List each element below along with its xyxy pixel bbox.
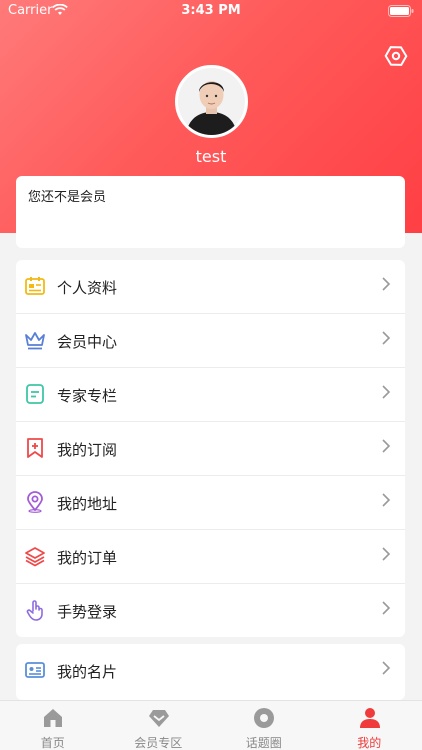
tab-member-zone[interactable]: 会员专区 [106, 701, 212, 750]
tab-bar: 首页 会员专区 话题圈 我的 [0, 700, 422, 750]
person-icon [359, 708, 380, 728]
diamond-icon [148, 710, 169, 727]
tab-label: 我的 [357, 736, 382, 750]
notes-icon [26, 384, 44, 404]
username: test [195, 147, 227, 166]
location-pin-icon [27, 491, 43, 513]
menu-item-business-card[interactable]: 我的名片 [16, 644, 405, 698]
menu-label: 我的订单 [57, 549, 118, 567]
chevron-right-icon [382, 439, 391, 453]
status-bar: Carrier 3:43 PM [0, 0, 422, 22]
layers-icon [25, 547, 45, 567]
chevron-right-icon [382, 385, 391, 399]
home-icon [44, 709, 62, 727]
member-status-card[interactable]: 您还不是会员 [16, 176, 405, 248]
menu-item-subscriptions[interactable]: 我的订阅 [16, 422, 405, 476]
topic-circle-icon [254, 708, 274, 728]
chevron-right-icon [382, 277, 391, 291]
id-card-icon [25, 277, 45, 295]
menu-item-expert-column[interactable]: 专家专栏 [16, 368, 405, 422]
menu-item-address[interactable]: 我的地址 [16, 476, 405, 530]
status-time: 3:43 PM [181, 3, 241, 18]
business-card-icon [25, 662, 45, 678]
menu-label: 手势登录 [57, 603, 118, 621]
menu-label: 会员中心 [57, 333, 118, 351]
menu-item-member-center[interactable]: 会员中心 [16, 314, 405, 368]
chevron-right-icon [382, 547, 391, 561]
menu-group-secondary: 我的名片 [16, 644, 405, 700]
crown-icon [25, 332, 45, 350]
menu-group-main: 个人资料 会员中心 专家专栏 我的订阅 我的地址 我的订单 手势登录 [16, 260, 405, 637]
chevron-right-icon [382, 331, 391, 345]
tab-label: 首页 [40, 736, 65, 750]
tab-topic-circle[interactable]: 话题圈 [211, 701, 317, 750]
tab-label: 话题圈 [245, 736, 282, 750]
chevron-right-icon [382, 601, 391, 615]
menu-label: 我的地址 [57, 495, 118, 513]
hand-gesture-icon [26, 600, 43, 621]
avatar[interactable] [175, 65, 248, 138]
tab-mine[interactable]: 我的 [317, 701, 422, 750]
menu-label: 我的订阅 [57, 441, 118, 459]
menu-item-gesture-login[interactable]: 手势登录 [16, 584, 405, 638]
avatar-photo [178, 68, 245, 135]
menu-label: 专家专栏 [57, 387, 118, 405]
tab-label: 会员专区 [134, 736, 183, 750]
chevron-right-icon [382, 661, 391, 675]
menu-item-profile[interactable]: 个人资料 [16, 260, 405, 314]
bookmark-plus-icon [27, 438, 43, 458]
menu-label: 我的名片 [57, 663, 118, 681]
chevron-right-icon [382, 493, 391, 507]
menu-item-orders[interactable]: 我的订单 [16, 530, 405, 584]
member-status-text: 您还不是会员 [28, 190, 107, 205]
tab-home[interactable]: 首页 [0, 701, 106, 750]
battery-icon [388, 5, 414, 17]
menu-label: 个人资料 [57, 279, 118, 297]
settings-hexagon-icon[interactable] [384, 44, 408, 68]
